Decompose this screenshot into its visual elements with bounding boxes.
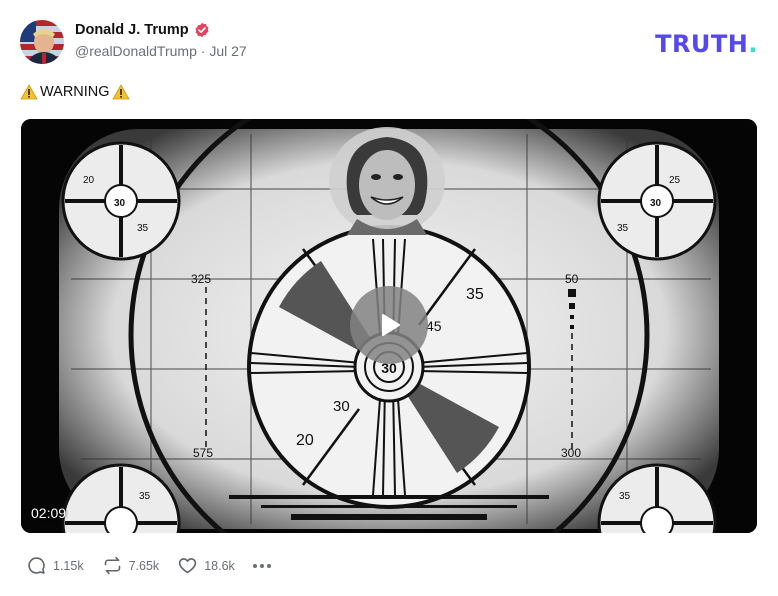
- pattern-label: 30: [333, 398, 350, 415]
- retruth-icon: [104, 556, 120, 575]
- pattern-label: 45: [426, 318, 442, 334]
- post-date[interactable]: Jul 27: [209, 43, 246, 59]
- truth-social-logo[interactable]: TRUTH.: [655, 30, 758, 58]
- portrait-overlay: [329, 127, 445, 235]
- pattern-label: 25: [669, 175, 681, 186]
- pattern-label: 35: [466, 286, 484, 303]
- retruth-button[interactable]: 7.65k: [102, 555, 160, 576]
- video-duration: 02:09: [31, 505, 67, 521]
- reply-icon: [28, 557, 45, 574]
- avatar[interactable]: [20, 20, 64, 64]
- separator: ·: [200, 43, 206, 59]
- logo-text: TRUTH: [655, 30, 749, 58]
- video-player[interactable]: 30 35 45 30 20 325 575 50 300 30 20 35 3…: [21, 119, 757, 533]
- pattern-label: 20: [296, 432, 314, 449]
- pattern-label: 35: [619, 491, 631, 502]
- reply-button[interactable]: 1.15k: [26, 555, 84, 576]
- pattern-label: 300: [561, 446, 581, 460]
- reply-count: 1.15k: [53, 558, 84, 573]
- more-options-icon[interactable]: [252, 563, 271, 568]
- pattern-label: 30: [650, 198, 662, 209]
- pattern-label: 50: [565, 272, 579, 286]
- play-icon: [382, 314, 400, 336]
- pattern-label: 30: [114, 198, 126, 209]
- post-header: Donald J. Trump @realDonaldTrump · Jul 2…: [20, 20, 247, 64]
- play-button[interactable]: [350, 286, 428, 364]
- corner-target: 30 25 35: [597, 141, 717, 261]
- post-body: WARNING: [40, 84, 110, 100]
- heart-icon: [179, 558, 197, 574]
- pattern-label: 325: [191, 272, 211, 286]
- pattern-label: 575: [193, 446, 213, 460]
- pattern-label: 35: [617, 223, 629, 234]
- pattern-label: 20: [83, 175, 95, 186]
- logo-dot: .: [748, 30, 758, 58]
- pattern-label: 35: [137, 223, 149, 234]
- retruth-count: 7.65k: [128, 558, 160, 573]
- handle[interactable]: @realDonaldTrump: [75, 43, 197, 59]
- pattern-label: 35: [139, 491, 151, 502]
- like-count: 18.6k: [204, 558, 235, 573]
- post-text: WARNING: [20, 84, 130, 100]
- corner-target: 30 20 35: [61, 141, 181, 261]
- warning-icon: [111, 84, 130, 100]
- post-actions: 1.15k 7.65k 18.6k: [26, 555, 271, 576]
- like-button[interactable]: 18.6k: [177, 555, 235, 576]
- warning-icon: [20, 84, 38, 100]
- display-name[interactable]: Donald J. Trump: [75, 22, 189, 38]
- verified-badge-icon: [194, 22, 210, 38]
